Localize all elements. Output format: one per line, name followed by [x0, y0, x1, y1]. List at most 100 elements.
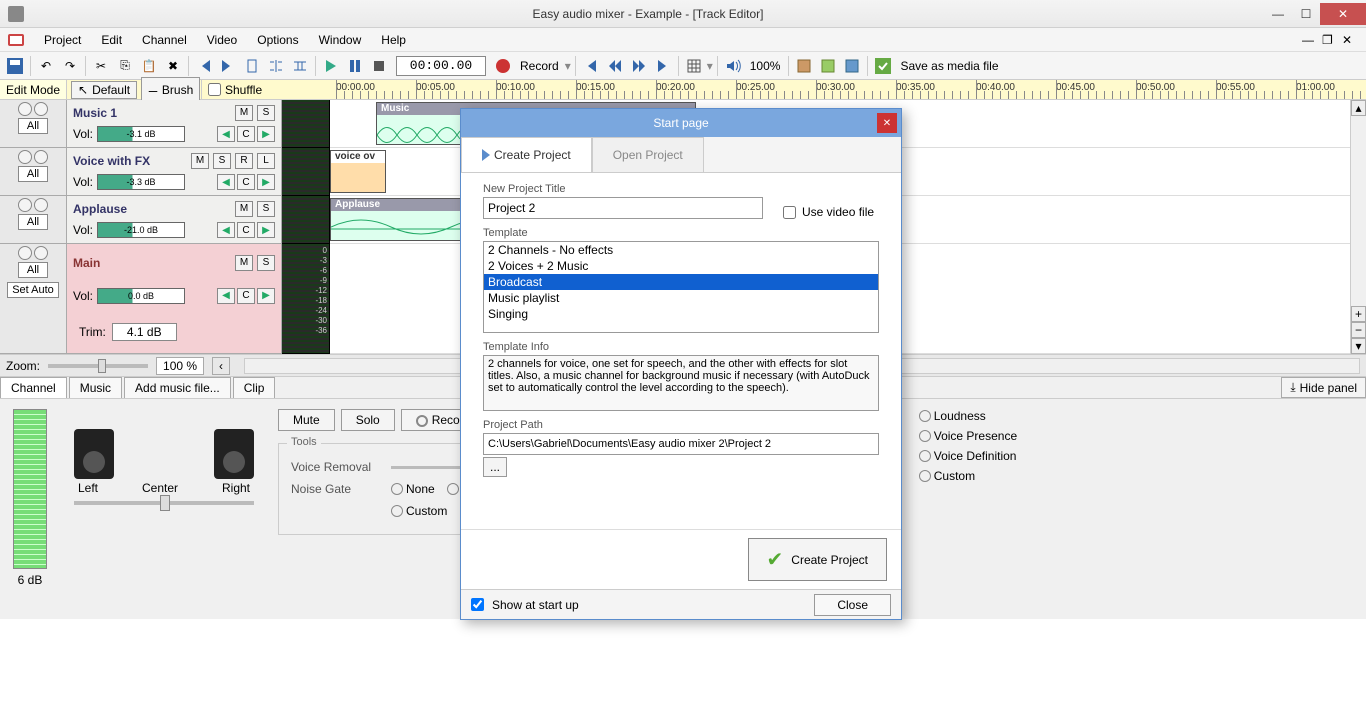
- prev-icon[interactable]: ◀: [217, 288, 235, 304]
- layout2-icon[interactable]: [817, 55, 839, 77]
- new-title-input[interactable]: [483, 197, 763, 219]
- track-s-button[interactable]: S: [257, 255, 275, 271]
- close-button[interactable]: ✕: [1320, 3, 1366, 25]
- next-icon[interactable]: ▶: [257, 222, 275, 238]
- center-button[interactable]: C: [237, 222, 255, 238]
- track-m-button[interactable]: M: [235, 201, 253, 217]
- zoom-out-icon[interactable]: −: [1351, 322, 1366, 338]
- snap-end-icon[interactable]: [217, 55, 239, 77]
- track-toggle-icon[interactable]: [18, 150, 32, 164]
- track-toggle-icon[interactable]: [34, 246, 48, 260]
- menu-channel[interactable]: Channel: [132, 30, 197, 50]
- vertical-scrollbar[interactable]: ▴ + − ▾: [1350, 100, 1366, 354]
- merge-icon[interactable]: [289, 55, 311, 77]
- mdi-restore-icon[interactable]: ❐: [1322, 33, 1336, 47]
- track-toggle-icon[interactable]: [34, 102, 48, 116]
- track-m-button[interactable]: M: [191, 153, 209, 169]
- clip-label[interactable]: voice ov: [331, 151, 385, 163]
- play-button[interactable]: [320, 55, 342, 77]
- track-s-button[interactable]: S: [257, 201, 275, 217]
- eq-preset-radio[interactable]: Voice Definition: [919, 449, 1017, 463]
- pause-button[interactable]: [344, 55, 366, 77]
- center-button[interactable]: C: [237, 174, 255, 190]
- volume-fader[interactable]: -3.1 dB: [97, 126, 185, 142]
- hide-panel-button[interactable]: ⤓Hide panel: [1281, 377, 1366, 398]
- tab-open-project[interactable]: Open Project: [592, 137, 704, 172]
- track-l-button[interactable]: L: [257, 153, 275, 169]
- template-list[interactable]: 2 Channels - No effects2 Voices + 2 Musi…: [483, 241, 879, 333]
- tab-channel[interactable]: Channel: [0, 377, 67, 398]
- tab-clip[interactable]: Clip: [233, 377, 276, 398]
- save-media-label[interactable]: Save as media file: [900, 59, 998, 73]
- eq-preset-radio[interactable]: Loudness: [919, 409, 1017, 423]
- all-button[interactable]: All: [18, 214, 48, 230]
- mdi-minimize-icon[interactable]: —: [1302, 33, 1316, 47]
- stop-button[interactable]: [368, 55, 390, 77]
- mute-button[interactable]: Mute: [278, 409, 335, 431]
- template-item[interactable]: 2 Voices + 2 Music: [484, 258, 878, 274]
- tab-music[interactable]: Music: [69, 377, 122, 398]
- track-m-button[interactable]: M: [235, 105, 253, 121]
- forward-icon[interactable]: [628, 55, 650, 77]
- track-m-button[interactable]: M: [235, 255, 253, 271]
- dialog-close-icon[interactable]: ✕: [877, 113, 897, 133]
- volume-fader[interactable]: -21.0 dB: [97, 222, 185, 238]
- pan-slider[interactable]: [74, 501, 254, 505]
- prev-icon[interactable]: ◀: [217, 174, 235, 190]
- solo-button[interactable]: Solo: [341, 409, 395, 431]
- menu-project[interactable]: Project: [34, 30, 91, 50]
- snap-start-icon[interactable]: [193, 55, 215, 77]
- minimize-button[interactable]: —: [1264, 3, 1292, 25]
- prev-icon[interactable]: ◀: [217, 222, 235, 238]
- browse-button[interactable]: ...: [483, 457, 507, 477]
- trim-value[interactable]: 4.1 dB: [112, 323, 177, 341]
- zoom-value[interactable]: 100 %: [156, 357, 204, 375]
- redo-icon[interactable]: ↷: [59, 55, 81, 77]
- scroll-down-icon[interactable]: ▾: [1351, 338, 1366, 354]
- split-icon[interactable]: [265, 55, 287, 77]
- copy-icon[interactable]: ⎘: [114, 55, 136, 77]
- ng-none[interactable]: None: [391, 482, 435, 496]
- menu-options[interactable]: Options: [247, 30, 308, 50]
- track-s-button[interactable]: S: [257, 105, 275, 121]
- show-at-startup-checkbox[interactable]: [471, 598, 484, 611]
- delete-icon[interactable]: ✖: [162, 55, 184, 77]
- trim-icon[interactable]: [241, 55, 263, 77]
- template-item[interactable]: Music playlist: [484, 290, 878, 306]
- track-name[interactable]: Main: [73, 256, 231, 270]
- track-toggle-icon[interactable]: [34, 198, 48, 212]
- next-icon[interactable]: ▶: [257, 288, 275, 304]
- track-name[interactable]: Music 1: [73, 106, 231, 120]
- zoom-prev-icon[interactable]: ‹: [212, 357, 230, 375]
- grid-icon[interactable]: [683, 55, 705, 77]
- track-name[interactable]: Voice with FX: [73, 154, 187, 168]
- track-name[interactable]: Applause: [73, 202, 231, 216]
- template-item[interactable]: 2 Channels - No effects: [484, 242, 878, 258]
- all-button[interactable]: All: [18, 118, 48, 134]
- menu-window[interactable]: Window: [309, 30, 372, 50]
- cut-icon[interactable]: ✂: [90, 55, 112, 77]
- eq-preset-radio[interactable]: Voice Presence: [919, 429, 1017, 443]
- dialog-close-button[interactable]: Close: [814, 594, 891, 616]
- paste-icon[interactable]: 📋: [138, 55, 160, 77]
- center-button[interactable]: C: [237, 288, 255, 304]
- track-toggle-icon[interactable]: [18, 246, 32, 260]
- shuffle-checkbox[interactable]: [208, 83, 221, 96]
- track-s-button[interactable]: S: [213, 153, 231, 169]
- menu-edit[interactable]: Edit: [91, 30, 132, 50]
- volume-icon[interactable]: [722, 55, 744, 77]
- zoom-in-icon[interactable]: +: [1351, 306, 1366, 322]
- all-button[interactable]: All: [18, 166, 48, 182]
- layout3-icon[interactable]: [841, 55, 863, 77]
- next-icon[interactable]: ▶: [257, 174, 275, 190]
- mode-brush[interactable]: 𝍠Brush: [141, 77, 200, 102]
- save-media-icon[interactable]: [872, 55, 894, 77]
- goto-end-icon[interactable]: [652, 55, 674, 77]
- time-ruler[interactable]: 00:00.0000:05.0000:10.0000:15.0000:20.00…: [330, 80, 1366, 99]
- ng-custom[interactable]: Custom: [391, 504, 447, 518]
- layout1-icon[interactable]: [793, 55, 815, 77]
- volume-fader[interactable]: -3.3 dB: [97, 174, 185, 190]
- tab-create-project[interactable]: Create Project: [461, 137, 592, 172]
- mode-default[interactable]: ↖Default: [71, 81, 137, 99]
- undo-icon[interactable]: ↶: [35, 55, 57, 77]
